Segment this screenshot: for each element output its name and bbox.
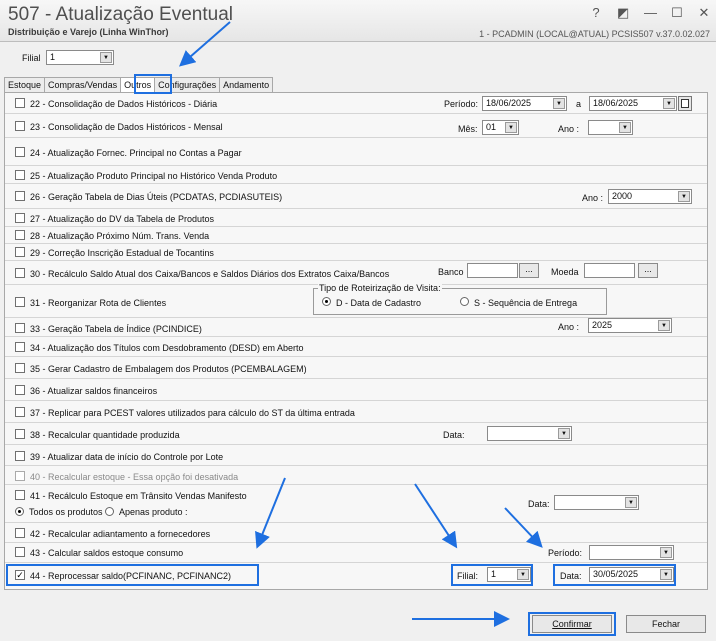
arrow-to-option-44 [255, 477, 286, 549]
arrow-to-tab [178, 21, 231, 67]
arrow-to-filial [414, 483, 458, 549]
annotation-arrows [178, 21, 543, 627]
arrow-to-data [504, 507, 543, 548]
